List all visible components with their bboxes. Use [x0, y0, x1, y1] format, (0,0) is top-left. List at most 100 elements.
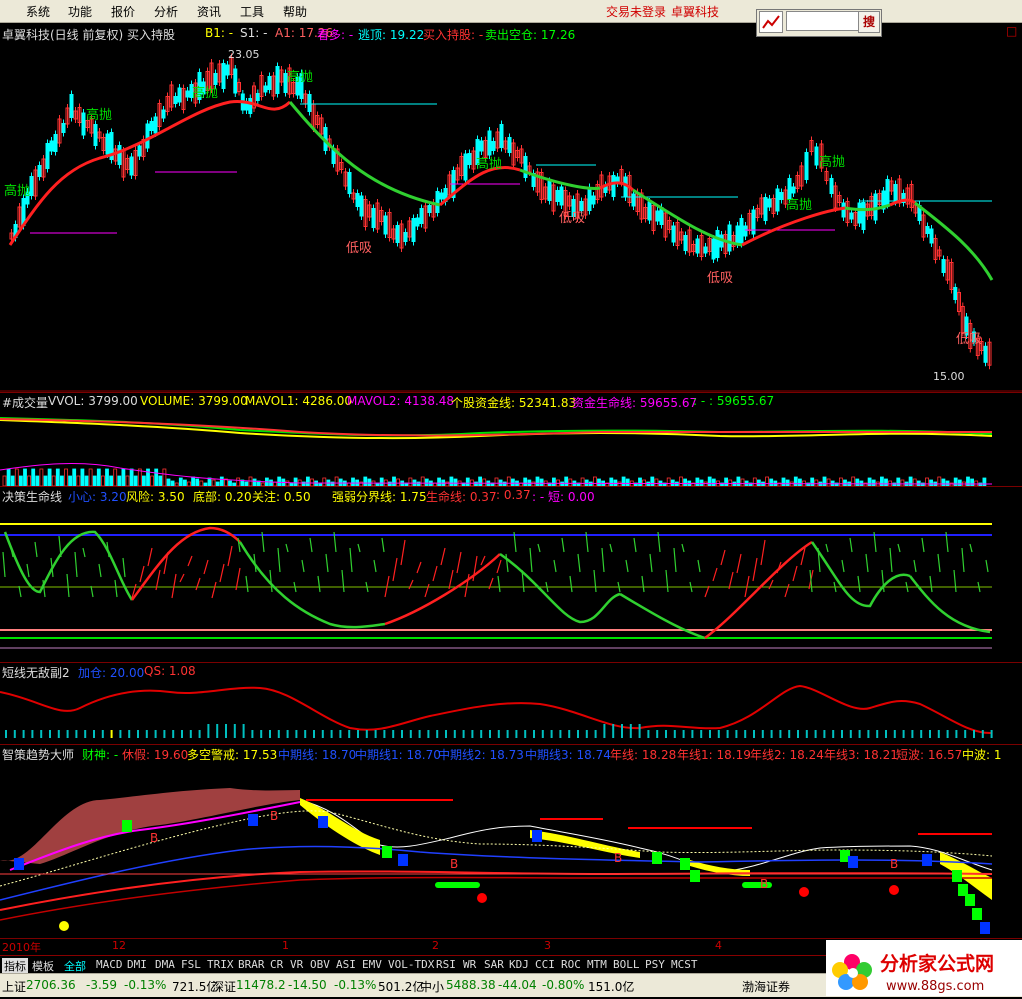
search-input[interactable]: [786, 11, 862, 31]
life-spike: [929, 575, 933, 593]
menu-analysis[interactable]: 分析: [154, 3, 178, 20]
volume-bar: [39, 468, 44, 487]
life-spike: [309, 537, 313, 553]
sz-amount: 501.2亿: [378, 980, 425, 994]
life-spike: [432, 565, 438, 582]
volume-bar: [925, 477, 929, 487]
tab-mcst[interactable]: MCST: [671, 958, 698, 971]
volume-bar: [84, 475, 89, 487]
short-tick: [594, 730, 597, 738]
tab-cr[interactable]: CR: [270, 958, 283, 971]
volume-value: VOLUME: 3799.00: [140, 394, 248, 408]
life-spike: [720, 549, 726, 566]
life-spike: [26, 563, 30, 578]
short-tick: [295, 730, 298, 738]
tab-asi[interactable]: ASI: [336, 958, 356, 971]
short-tick: [330, 730, 333, 738]
volume-bar: [740, 478, 745, 487]
panel-close-icon[interactable]: □: [1006, 24, 1017, 38]
volume-bar: [27, 475, 32, 487]
short-tick: [717, 730, 720, 738]
tab-cci[interactable]: CCI: [535, 958, 555, 971]
sh-pct: -0.13%: [124, 978, 167, 992]
short-tick: [902, 730, 905, 738]
zx-amount: 151.0亿: [588, 980, 635, 994]
tab-rsi[interactable]: RSI: [436, 958, 456, 971]
life-spike: [416, 561, 422, 574]
short-tick: [568, 730, 571, 738]
tab-mtm[interactable]: MTM: [587, 958, 607, 971]
tab-全部[interactable]: 全部: [64, 958, 86, 974]
tab-macd[interactable]: MACD: [96, 958, 123, 971]
tab-boll[interactable]: BOLL: [613, 958, 640, 971]
tab-sar[interactable]: SAR: [484, 958, 504, 971]
menu-tools[interactable]: 工具: [240, 3, 264, 20]
life-spike: [464, 573, 470, 598]
short-ticks: [5, 724, 993, 738]
volume-bar: [482, 478, 487, 487]
volume-bar: [580, 477, 585, 487]
menu-info[interactable]: 资讯: [197, 3, 221, 20]
menu-quote[interactable]: 报价: [111, 3, 135, 20]
life-spike: [139, 565, 145, 583]
volume-bar: [884, 478, 888, 487]
tab-vr[interactable]: VR: [290, 958, 303, 971]
life-spike: [171, 573, 177, 599]
short-tick: [797, 730, 799, 738]
sh-value[interactable]: 2706.36: [26, 978, 76, 992]
short-tick: [920, 730, 923, 738]
short-tick: [57, 730, 60, 738]
sz-change: -14.50: [288, 978, 327, 992]
tab-brar[interactable]: BRAR: [238, 958, 265, 971]
sell-label: 高抛: [4, 183, 30, 199]
life-spike: [752, 557, 758, 582]
short-tick: [964, 730, 967, 738]
short-tick: [40, 730, 43, 738]
short-tick: [700, 730, 703, 738]
tab-trix[interactable]: TRIX: [207, 958, 234, 971]
trend-signal-square: [922, 854, 932, 866]
menu-help[interactable]: 帮助: [283, 3, 307, 20]
life-line-chart: [0, 523, 992, 649]
sell-label: 高抛: [287, 69, 313, 85]
short-tick: [154, 730, 157, 738]
broker-name[interactable]: 渤海证券: [742, 978, 790, 995]
short-tick: [260, 730, 263, 738]
watermark-logo: 分析家公式网 www.88gs.com: [826, 940, 1022, 996]
tab-模板[interactable]: 模板: [32, 958, 54, 974]
tab-obv[interactable]: OBV: [310, 958, 330, 971]
life-spike: [301, 559, 305, 573]
short-tick: [753, 730, 755, 738]
life-spike: [760, 539, 766, 566]
tab-psy[interactable]: PSY: [645, 958, 665, 971]
tab-fsl[interactable]: FSL: [181, 958, 201, 971]
tab-emv[interactable]: EMV: [362, 958, 382, 971]
tab-dmi[interactable]: DMI: [127, 958, 147, 971]
trend-signal-square: [532, 830, 542, 842]
tab-kdj[interactable]: KDJ: [509, 958, 529, 971]
chart-logo-icon[interactable]: [759, 11, 783, 33]
volume-bar: [666, 477, 671, 487]
short-tick: [207, 724, 210, 738]
buy-label: 低吸: [346, 241, 372, 256]
tab-vol-tdx[interactable]: VOL-TDX: [388, 958, 434, 971]
volume-bar: [43, 475, 48, 487]
tab-wr[interactable]: WR: [463, 958, 476, 971]
volume-bar: [10, 475, 15, 487]
life-spike: [211, 581, 217, 599]
volume-bar: [683, 478, 687, 487]
trend-signal-square: [952, 870, 962, 882]
date-year: 2010年: [2, 941, 41, 954]
menu-function[interactable]: 功能: [68, 3, 92, 20]
life-spike: [849, 537, 853, 553]
search-button[interactable]: 搜: [858, 11, 880, 33]
zx-value[interactable]: 5488.38: [446, 978, 496, 992]
tab-dma[interactable]: DMA: [155, 958, 175, 971]
menu-system[interactable]: 系统: [26, 3, 50, 20]
short-tick: [489, 730, 491, 738]
sz-value[interactable]: 11478.2: [236, 978, 286, 992]
login-status[interactable]: 交易未登录: [606, 3, 666, 20]
short-tick: [110, 730, 113, 738]
tab-roc[interactable]: ROC: [561, 958, 581, 971]
tab-指标[interactable]: 指标: [2, 958, 28, 974]
